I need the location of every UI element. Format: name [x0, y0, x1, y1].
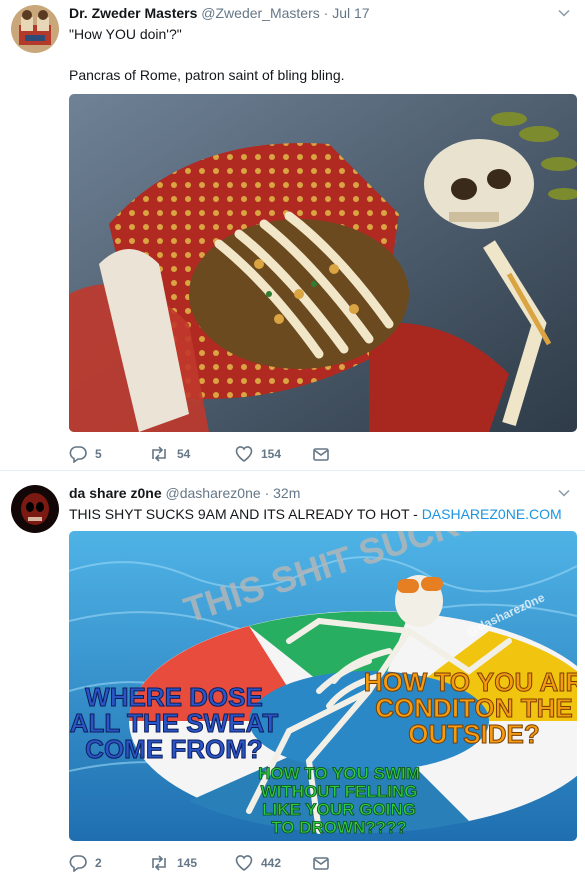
- envelope-icon: [313, 857, 329, 870]
- retweet-count: 54: [177, 447, 191, 461]
- timestamp[interactable]: 32m: [273, 485, 300, 501]
- tweet-text-body: THIS SHYT SUCKS 9AM AND ITS ALREADY TO H…: [69, 506, 422, 522]
- caption-right-line-3: OUTSIDE?: [408, 719, 539, 749]
- tweet-text-line-2: Pancras of Rome, patron saint of bling b…: [69, 67, 345, 83]
- retweet-count: 145: [177, 856, 198, 870]
- user-handle[interactable]: @dasharez0ne: [166, 485, 261, 501]
- pool-skeleton-meme-image: THIS SHIT SUCKS @dasharez0ne WHERE DOSE …: [69, 531, 577, 841]
- reply-icon: [69, 855, 87, 872]
- caption-bottom-line-3: LIKE YOUR GOING: [262, 800, 416, 819]
- timestamp[interactable]: Jul 17: [332, 5, 369, 21]
- avatar[interactable]: [11, 485, 59, 533]
- tweet-header: da share z0ne @dasharez0ne · 32m: [69, 484, 300, 502]
- caption-left-line-3: COME FROM?: [85, 734, 263, 764]
- heart-icon: [235, 446, 253, 462]
- reply-button[interactable]: 2: [69, 853, 102, 873]
- chevron-down-icon[interactable]: [557, 6, 571, 20]
- envelope-icon: [313, 448, 329, 461]
- like-button[interactable]: 442: [235, 853, 281, 873]
- tweet-link[interactable]: DASHAREZ0NE.COM: [422, 506, 562, 522]
- separator: ·: [264, 485, 270, 501]
- caption-bottom-line-2: WITHOUT FELLING: [261, 782, 418, 801]
- direct-message-button[interactable]: [312, 444, 330, 464]
- avatar[interactable]: [11, 5, 59, 53]
- caption-bottom-line-4: TO DROWN????: [271, 818, 407, 837]
- tweet-text-line-1: "How YOU doin'?": [69, 26, 182, 42]
- retweet-icon: [152, 855, 166, 871]
- display-name[interactable]: Dr. Zweder Masters: [69, 5, 197, 21]
- caption-bottom-line-1: HOW TO YOU SWIM: [258, 764, 420, 783]
- display-name[interactable]: da share z0ne: [69, 485, 162, 501]
- reply-button[interactable]: 5: [69, 444, 102, 464]
- direct-message-button[interactable]: [312, 853, 330, 873]
- like-count: 154: [261, 447, 282, 461]
- tweet-2[interactable]: da share z0ne @dasharez0ne · 32m THIS SH…: [0, 471, 585, 878]
- reply-icon: [69, 446, 87, 463]
- like-count: 442: [261, 856, 282, 870]
- retweet-button[interactable]: 54: [149, 444, 190, 464]
- retweet-icon: [152, 446, 166, 462]
- user-handle[interactable]: @Zweder_Masters: [201, 5, 319, 21]
- tweet-1[interactable]: Dr. Zweder Masters @Zweder_Masters · Jul…: [0, 0, 585, 470]
- reply-count: 5: [95, 447, 102, 461]
- heart-icon: [235, 855, 253, 871]
- like-button[interactable]: 154: [235, 444, 281, 464]
- reply-count: 2: [95, 856, 102, 870]
- retweet-button[interactable]: 145: [149, 853, 197, 873]
- chevron-down-icon[interactable]: [557, 486, 571, 500]
- tweet-media-image[interactable]: [69, 94, 577, 432]
- separator: ·: [323, 5, 329, 21]
- tweet-header: Dr. Zweder Masters @Zweder_Masters · Jul…: [69, 4, 370, 22]
- tweet-text: THIS SHYT SUCKS 9AM AND ITS ALREADY TO H…: [69, 505, 562, 523]
- tweet-media-image[interactable]: THIS SHIT SUCKS @dasharez0ne WHERE DOSE …: [69, 531, 577, 841]
- jeweled-skeleton-image: [69, 94, 577, 432]
